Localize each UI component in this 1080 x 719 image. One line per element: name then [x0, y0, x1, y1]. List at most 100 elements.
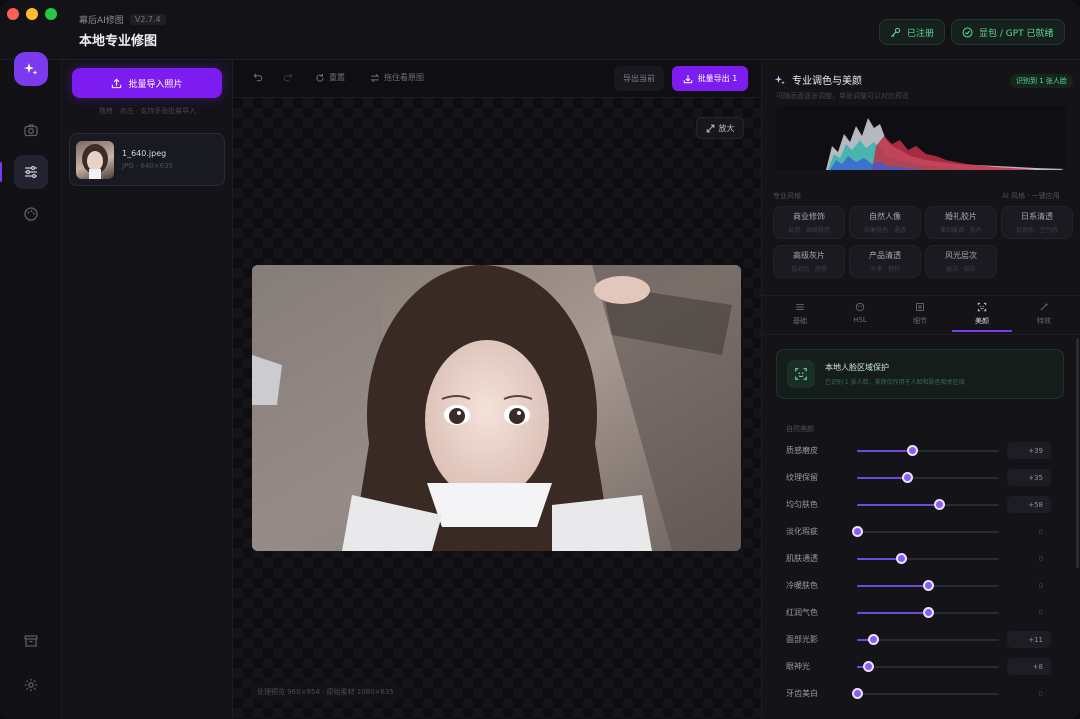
preset-name: 日系清透	[1021, 212, 1053, 221]
beauty-slider-row: 牙齿美白 0	[786, 686, 1066, 702]
slider-track[interactable]	[857, 580, 999, 591]
slider-value-input[interactable]: 0	[1007, 550, 1051, 567]
slider-handle[interactable]	[934, 499, 946, 510]
canvas-toolbar: 重置 拖住看原图 导出当前 批量导出 1	[233, 60, 761, 98]
panel-scrollbar[interactable]	[1076, 338, 1079, 568]
tab-label: 特效	[1037, 317, 1051, 325]
tab-detail[interactable]: 细节	[890, 302, 950, 332]
slider-value-input[interactable]: 0	[1007, 523, 1051, 540]
nav-settings[interactable]	[14, 668, 48, 702]
face-scan-icon	[977, 302, 987, 312]
title-bar: 幕后AI修图 V2.7.4 本地专业修图 已注册 显包 / GPT 已就绪	[0, 0, 1080, 60]
check-circle-icon	[962, 27, 973, 37]
file-name: 1_640.jpeg	[122, 149, 167, 158]
tab-basic[interactable]: 基础	[770, 302, 830, 332]
reset-label: 重置	[329, 73, 345, 82]
beauty-section-label: 自然美颜	[786, 425, 814, 433]
undo-button[interactable]	[253, 72, 263, 82]
preset-desc: 低饱和 · 空气感	[1016, 227, 1058, 234]
preset-desc: 柔和暖调 · 胶片	[940, 227, 982, 234]
slider-track[interactable]	[857, 499, 999, 510]
edited-photo	[252, 265, 741, 551]
slider-value-input[interactable]: +8	[1007, 658, 1051, 675]
reset-button[interactable]: 重置	[315, 72, 345, 83]
beauty-slider-row: 面部光影 +11	[786, 631, 1066, 648]
file-panel: 批量导入照片 拖拽 · 点击 · 支持多张批量导入 1_640.jpeg JPG…	[62, 60, 233, 719]
slider-handle[interactable]	[863, 661, 875, 672]
nav-camera[interactable]	[14, 113, 48, 147]
preset-product-clear[interactable]: 产品清透 干净 · 锐利	[849, 245, 921, 278]
app-window: 幕后AI修图 V2.7.4 本地专业修图 已注册 显包 / GPT 已就绪 批量…	[0, 0, 1080, 719]
app-logo[interactable]	[14, 52, 48, 86]
slider-label: 眼神光	[786, 662, 810, 671]
preset-japanese-clear[interactable]: 日系清透低饱和 · 空气感	[1001, 206, 1073, 239]
close-window-button[interactable]	[7, 8, 19, 20]
batch-import-button[interactable]: 批量导入照片	[72, 68, 222, 98]
nav-palette[interactable]	[14, 197, 48, 231]
slider-track[interactable]	[857, 472, 999, 483]
slider-handle[interactable]	[852, 526, 863, 537]
file-thumbnail	[76, 140, 114, 179]
slider-track[interactable]	[857, 445, 999, 456]
zoom-button[interactable]: 放大	[696, 117, 744, 139]
maximize-window-button[interactable]	[45, 8, 57, 20]
slider-value-input[interactable]: 0	[1007, 685, 1051, 702]
detail-icon	[916, 303, 924, 311]
register-status-label: 已注册	[907, 28, 935, 39]
beauty-slider-row: 均匀肤色 +58	[786, 496, 1066, 513]
slider-label: 面部光影	[786, 635, 818, 644]
register-status-button[interactable]: 已注册	[879, 19, 946, 45]
tab-hsl[interactable]: HSL	[830, 302, 890, 332]
nav-adjust[interactable]	[14, 155, 48, 189]
nav-archive[interactable]	[14, 624, 48, 658]
tab-effects[interactable]: 特效	[1014, 302, 1074, 332]
beauty-slider-row: 眼神光 +8	[786, 658, 1066, 675]
slider-handle[interactable]	[901, 472, 913, 483]
expand-icon	[706, 124, 714, 132]
tab-label: 基础	[793, 317, 807, 325]
slider-label: 冷暖肤色	[786, 581, 818, 590]
slider-value-input[interactable]: +11	[1007, 631, 1051, 648]
tab-beauty[interactable]: 美颜	[952, 302, 1012, 332]
slider-fill	[857, 477, 907, 479]
preset-landscape-layers[interactable]: 风光层次 层次 · 细节	[925, 245, 997, 278]
tab-label: HSL	[853, 316, 867, 324]
compare-arrows-icon	[370, 73, 380, 82]
gear-icon	[24, 678, 38, 692]
slider-value-input[interactable]: +39	[1007, 442, 1051, 459]
slider-track[interactable]	[852, 526, 999, 537]
batch-export-button[interactable]: 批量导出 1	[672, 66, 748, 91]
slider-track[interactable]	[857, 634, 999, 645]
slider-track[interactable]	[852, 688, 999, 699]
histogram	[776, 106, 1066, 170]
slider-track[interactable]	[857, 607, 999, 618]
slider-handle[interactable]	[923, 607, 934, 618]
slider-value-input[interactable]: +58	[1007, 496, 1051, 513]
portrait-photo	[252, 265, 741, 551]
image-stage[interactable]: 放大 处理预览 960×954 · 原始素材 1080×635	[233, 98, 761, 719]
slider-handle[interactable]	[852, 688, 863, 699]
gpt-status-button[interactable]: 显包 / GPT 已就绪	[951, 19, 1065, 45]
export-current-button[interactable]: 导出当前	[614, 66, 664, 91]
preset-premium-gray[interactable]: 高级灰片 低对比 · 质感	[773, 245, 845, 278]
slider-handle[interactable]	[867, 634, 879, 645]
slider-handle[interactable]	[896, 553, 908, 564]
slider-track[interactable]	[857, 661, 999, 672]
left-nav-rail	[0, 52, 62, 719]
slider-value-input[interactable]: 0	[1007, 577, 1051, 594]
slider-handle[interactable]	[907, 445, 919, 456]
redo-button[interactable]	[283, 72, 293, 82]
page-title: 本地专业修图	[79, 34, 158, 49]
file-list-item[interactable]: 1_640.jpeg JPG · 640×635	[69, 133, 225, 186]
minimize-window-button[interactable]	[26, 8, 38, 20]
redo-icon	[283, 73, 293, 82]
preset-commercial[interactable]: 商业修饰 自然 · 高级质感	[773, 206, 845, 239]
slider-value-input[interactable]: +35	[1007, 469, 1051, 486]
preset-natural-portrait[interactable]: 自然人像 均衡肤色 · 通透	[849, 206, 921, 239]
preset-wedding-film[interactable]: 婚礼胶片 柔和暖调 · 胶片	[925, 206, 997, 239]
hold-compare-button[interactable]: 拖住看原图	[370, 72, 424, 83]
slider-handle[interactable]	[923, 580, 934, 591]
slider-track[interactable]	[857, 553, 999, 564]
slider-value-input[interactable]: 0	[1007, 604, 1051, 621]
slider-label: 牙齿美白	[786, 689, 818, 698]
